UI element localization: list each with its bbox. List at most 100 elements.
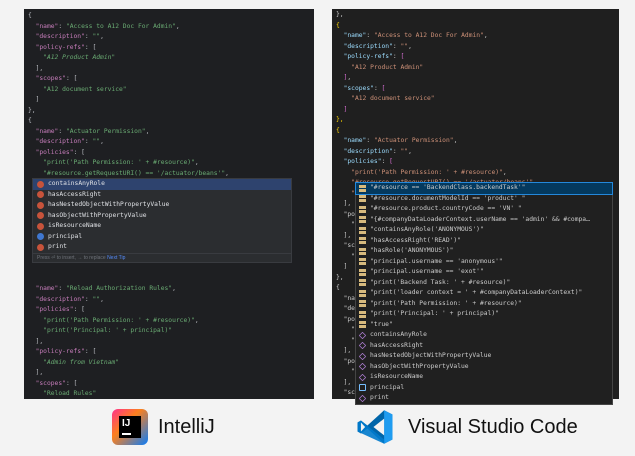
- snippet-icon: [359, 310, 366, 318]
- suggestion-item-label: hasNestedObjectWithPropertyValue: [370, 352, 492, 359]
- code-line: ]: [28, 96, 40, 103]
- suggestion-item[interactable]: "principal.username == 'anonymous'": [356, 257, 612, 268]
- code-line: "policies": [: [35, 306, 85, 313]
- suggestion-item[interactable]: containsAnyRole: [356, 330, 612, 341]
- code-line: "A12 Product Admin": [43, 54, 116, 61]
- snippet-icon: [359, 321, 366, 329]
- code-line: "print('Path Permission: ' + #resource)"…: [43, 159, 199, 166]
- snippet-icon: [359, 195, 366, 203]
- intellij-logo-icon: IJ: [112, 409, 148, 445]
- snippet-icon: [359, 205, 366, 213]
- code-line: },: [28, 106, 36, 114]
- suggestion-item[interactable]: hasNestedObjectWithPropertyValue: [356, 351, 612, 362]
- completion-item[interactable]: isResourceName: [33, 221, 291, 232]
- suggestion-item[interactable]: "print('Path Permission: ' + #resource)": [356, 299, 612, 310]
- suggestion-item[interactable]: "containsAnyRole('ANONYMOUS')": [356, 225, 612, 236]
- code-line: "scopes": [: [35, 379, 78, 387]
- snippet-icon: [359, 216, 366, 224]
- code-line: "description": "",: [35, 295, 104, 303]
- code-line: "description": "",: [35, 33, 104, 40]
- code-line: "Admin from Vietnam": [43, 358, 119, 366]
- method-icon: [37, 243, 44, 251]
- snippet-icon: [359, 300, 366, 308]
- code-line: "policy-refs": [: [35, 348, 97, 355]
- completion-item-label: hasObjectWithPropertyValue: [48, 211, 147, 219]
- suggestion-item[interactable]: print: [356, 393, 612, 404]
- vscode-label: Visual Studio Code: [408, 415, 578, 438]
- suggestion-item[interactable]: "principal.username == 'exot'": [356, 267, 612, 278]
- completion-item[interactable]: hasObjectWithPropertyValue: [33, 211, 291, 222]
- suggestion-item[interactable]: "hasRole('ANONYMOUS')": [356, 246, 612, 257]
- code-line: {: [336, 21, 340, 29]
- suggestion-item-label: containsAnyRole: [370, 331, 427, 338]
- suggestion-item[interactable]: principal: [356, 383, 612, 394]
- method-icon: [37, 212, 44, 220]
- suggestion-item-label: "containsAnyRole('ANONYMOUS')": [370, 226, 484, 233]
- suggestion-item[interactable]: "#resource.product.countryCode == 'VN' ": [356, 204, 612, 215]
- suggestion-item[interactable]: "print('Backend Task: ' + #resource)": [356, 278, 612, 289]
- code-line: {: [28, 117, 32, 124]
- snippet-icon: [359, 247, 366, 255]
- suggestion-item-label: principal: [370, 383, 405, 391]
- code-line: "policies": [: [35, 148, 85, 156]
- method-icon: [358, 394, 367, 402]
- field-icon: [37, 233, 44, 241]
- completion-item[interactable]: hasAccessRight: [33, 190, 291, 201]
- suggestion-item[interactable]: "hasAccessRight('READ')": [356, 236, 612, 247]
- completion-item-label: isResourceName: [48, 222, 102, 229]
- code-line: "A12 document service": [43, 85, 127, 93]
- intellij-label: IntelliJ: [158, 415, 215, 438]
- snippet-icon: [359, 279, 366, 287]
- suggestion-item-label: "principal.username == 'exot'": [370, 268, 484, 275]
- suggestion-item[interactable]: "print('loader context = ' + #companyDat…: [356, 288, 612, 299]
- suggestion-item-label: "print('Path Permission: ' + #resource)": [370, 299, 522, 307]
- suggestion-item-label: "print('Backend Task: ' + #resource)": [370, 278, 511, 286]
- suggestion-item[interactable]: isResourceName: [356, 372, 612, 383]
- suggestion-item-label: print: [370, 394, 389, 401]
- suggestion-item[interactable]: "#resource.documentModelId == 'product' …: [356, 194, 612, 205]
- completion-hint: Press ⏎ to insert, → to replace Next Tip: [33, 252, 291, 262]
- suggestion-item[interactable]: "print('Principal: ' + principal)": [356, 309, 612, 320]
- next-tip-link[interactable]: Next Tip: [107, 255, 125, 261]
- code-line: {: [336, 126, 340, 134]
- completion-item-label: hasAccessRight: [48, 190, 102, 198]
- vscode-logo-icon: [357, 410, 393, 444]
- code-line: "print('Path Permission: ' + #resource)"…: [43, 316, 199, 324]
- suggestion-item-label: "print('Principal: ' + principal)": [370, 310, 499, 317]
- completion-item[interactable]: print: [33, 242, 291, 253]
- vscode-brand: Visual Studio Code: [356, 408, 578, 446]
- completion-item[interactable]: containsAnyRole: [33, 179, 291, 190]
- suggestion-item[interactable]: "true": [356, 320, 612, 331]
- code-line: "A12 Product Admin": [351, 63, 424, 71]
- snippet-icon: [359, 258, 366, 266]
- intellij-brand: IJ IntelliJ: [112, 409, 215, 445]
- suggestion-item[interactable]: hasObjectWithPropertyValue: [356, 362, 612, 373]
- suggestion-item[interactable]: "#resource == 'BackendClass.backendTask'…: [355, 182, 613, 195]
- snippet-icon: [359, 237, 366, 245]
- method-icon: [358, 352, 367, 360]
- suggestion-item-label: "hasRole('ANONYMOUS')": [370, 247, 454, 254]
- method-icon: [358, 342, 367, 350]
- snippet-icon: [359, 184, 366, 192]
- suggestion-item-label: isResourceName: [370, 373, 424, 380]
- completion-item[interactable]: principal: [33, 232, 291, 243]
- code-line: "name": "Reload Authorization Rules",: [35, 285, 176, 292]
- intellij-completion-popup: containsAnyRole hasAccessRight hasNestedOb…: [32, 178, 292, 263]
- completion-item-label: principal: [48, 232, 83, 240]
- snippet-icon: [359, 268, 366, 276]
- suggestion-item-label: "#resource.product.countryCode == 'VN' ": [370, 205, 522, 212]
- completion-item[interactable]: hasNestedObjectWithPropertyValue: [33, 200, 291, 211]
- method-icon: [37, 201, 44, 209]
- suggestion-item[interactable]: hasAccessRight: [356, 341, 612, 352]
- method-icon: [358, 363, 367, 371]
- code-line: "scopes": [: [343, 84, 386, 92]
- method-icon: [358, 373, 367, 381]
- code-line: ],: [28, 64, 44, 72]
- suggestion-item[interactable]: "{#companyDataLoaderContext.userName == …: [356, 215, 612, 226]
- code-line: "print('Path Permission: ' + #resource)"…: [351, 168, 507, 176]
- code-line: },: [336, 11, 344, 18]
- code-line: "description": "",: [343, 42, 412, 50]
- code-line: },: [336, 116, 344, 123]
